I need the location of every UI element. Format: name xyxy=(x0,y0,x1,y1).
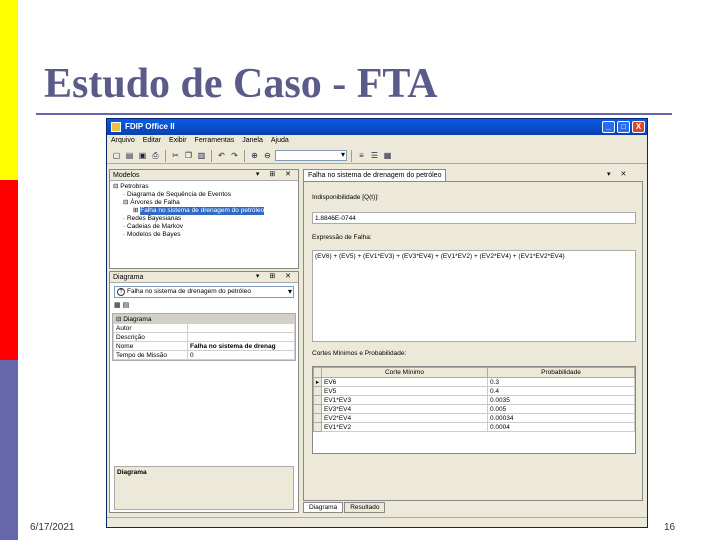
slide-title: Estudo de Caso - FTA xyxy=(44,61,438,107)
grid-icon[interactable]: ▦ xyxy=(382,150,393,161)
sort-alpha-icon[interactable]: ▤ xyxy=(123,302,130,309)
tab-fault-tree[interactable]: Falha no sistema de drenagem do petróleo xyxy=(303,169,447,181)
document-controls-icon[interactable]: ▾ ✕ xyxy=(607,170,630,178)
table-row[interactable]: ▸ EV6 0.3 xyxy=(313,377,635,387)
minimize-button[interactable]: _ xyxy=(602,121,615,133)
cutsets-table: Corte Mínimo Probabilidade ▸ EV6 0.3 EV5… xyxy=(312,366,636,454)
new-icon[interactable]: ▢ xyxy=(111,150,122,161)
accent-bar-blue xyxy=(0,360,18,540)
toolbar: ▢ ▤ ▣ ⎙ ✂ ❐ ▥ ↶ ↷ ⊕ ⊖ ≡ ☰ ▦ xyxy=(107,148,647,164)
accent-bar-yellow xyxy=(0,0,18,180)
menu-bar: Arquivo Editar Exibir Ferramentas Janela… xyxy=(107,135,647,147)
print-icon[interactable]: ⎙ xyxy=(150,150,161,161)
panel-controls-icon[interactable]: ▾ ⊞ ✕ xyxy=(256,272,295,280)
tab-resultado[interactable]: Resultado xyxy=(344,502,386,513)
menu-ferramentas[interactable]: Ferramentas xyxy=(195,135,235,147)
models-panel: Modelos ▾ ⊞ ✕ ⊟ Petrobras · Diagrama de … xyxy=(109,169,299,269)
toolbar-separator xyxy=(351,149,352,162)
app-window: FDIP Office II _ □ X Arquivo Editar Exib… xyxy=(106,118,648,528)
zoom-out-icon[interactable]: ⊖ xyxy=(262,150,273,161)
menu-ajuda[interactable]: Ajuda xyxy=(271,135,289,147)
save-icon[interactable]: ▣ xyxy=(137,150,148,161)
document-bottom-tabs: Diagrama Resultado xyxy=(303,502,386,513)
window-titlebar[interactable]: FDIP Office II _ □ X xyxy=(107,119,647,135)
slide-date: 6/17/2021 xyxy=(30,522,75,533)
models-tree: ⊟ Petrobras · Diagrama de Sequência de E… xyxy=(110,181,298,241)
close-button[interactable]: X xyxy=(632,121,645,133)
cutsets-label: Cortes Mínimos e Probabilidade: xyxy=(312,350,407,357)
help-icon: ? xyxy=(117,288,125,296)
table-row[interactable]: EV1*EV2 0.0004 xyxy=(313,422,635,432)
column-header-probability[interactable]: Probabilidade xyxy=(487,367,635,378)
column-header-cut[interactable]: Corte Mínimo xyxy=(321,367,488,378)
expression-label: Expressão de Falha: xyxy=(312,234,372,241)
paste-icon[interactable]: ▥ xyxy=(196,150,207,161)
table-row[interactable]: EV1*EV3 0.0035 xyxy=(313,395,635,405)
expression-field[interactable]: (EV6) + (EV5) + (EV1*EV3) + (EV3*EV4) + … xyxy=(312,250,636,342)
property-grid: ⊟ Diagrama Autor Descrição Nome Falha no… xyxy=(112,313,296,361)
property-category: ⊟ Diagrama xyxy=(113,314,295,324)
models-panel-title: Modelos xyxy=(113,171,140,179)
undo-icon[interactable]: ↶ xyxy=(216,150,227,161)
table-row[interactable]: EV2*EV4 0.00034 xyxy=(313,413,635,423)
layout-icon[interactable]: ≡ xyxy=(356,150,367,161)
tree-item[interactable]: · Modelos de Bayes xyxy=(113,231,295,239)
window-title: FDIP Office II xyxy=(125,122,175,131)
sort-category-icon[interactable]: ▦ xyxy=(114,302,121,309)
menu-editar[interactable]: Editar xyxy=(143,135,161,147)
probability-label: Indisponibilidade [Q(t)]: xyxy=(312,194,379,201)
tree-item[interactable]: ⊟ Árvores de Falha xyxy=(113,199,295,207)
property-toolbar: ▦ ▤ xyxy=(114,301,294,313)
copy-icon[interactable]: ❐ xyxy=(183,150,194,161)
result-document: Indisponibilidade [Q(t)]: 1.8846E-0744 E… xyxy=(303,181,643,501)
toolbar-separator xyxy=(211,149,212,162)
redo-icon[interactable]: ↷ xyxy=(229,150,240,161)
tree-item[interactable]: · Cadeias de Markov xyxy=(113,223,295,231)
models-panel-header: Modelos ▾ ⊞ ✕ xyxy=(110,170,298,181)
zoom-in-icon[interactable]: ⊕ xyxy=(249,150,260,161)
table-row[interactable]: EV3*EV4 0.005 xyxy=(313,404,635,414)
zoom-combo[interactable] xyxy=(275,150,347,161)
toolbar-separator xyxy=(244,149,245,162)
probability-field[interactable]: 1.8846E-0744 xyxy=(312,212,636,224)
property-row[interactable]: Tempo de Missão 0 xyxy=(113,350,295,360)
tree-item-selected[interactable]: ⊞ Falha no sistema de drenagem do petról… xyxy=(113,207,295,215)
align-icon[interactable]: ☰ xyxy=(369,150,380,161)
diagram-select[interactable]: ? Falha no sistema de drenagem do petról… xyxy=(114,286,294,298)
tree-item[interactable]: · Diagrama de Sequência de Eventos xyxy=(113,191,295,199)
tree-item[interactable]: ⊟ Petrobras xyxy=(113,183,295,191)
diagram-panel: Diagrama ▾ ⊞ ✕ ? Falha no sistema de dre… xyxy=(109,271,299,513)
chevron-down-icon[interactable]: ▾ xyxy=(288,287,292,297)
diagram-panel-title: Diagrama xyxy=(113,273,144,281)
tab-diagrama[interactable]: Diagrama xyxy=(303,502,344,513)
property-row[interactable]: Descrição xyxy=(113,332,295,342)
property-row[interactable]: Autor xyxy=(113,323,295,333)
diagram-panel-header: Diagrama ▾ ⊞ ✕ xyxy=(110,272,298,283)
open-icon[interactable]: ▤ xyxy=(124,150,135,161)
menu-arquivo[interactable]: Arquivo xyxy=(111,135,135,147)
slide-page-number: 16 xyxy=(664,522,676,533)
row-header-corner xyxy=(313,367,322,378)
maximize-button[interactable]: □ xyxy=(617,121,630,133)
app-icon xyxy=(111,122,121,132)
table-row[interactable]: EV5 0.4 xyxy=(313,386,635,396)
tree-item[interactable]: · Redes Bayesianas xyxy=(113,215,295,223)
property-description-box: Diagrama xyxy=(114,466,294,510)
property-row[interactable]: Nome Falha no sistema de drenag xyxy=(113,341,295,351)
title-underline xyxy=(36,113,672,115)
accent-bar-red xyxy=(0,180,18,360)
status-bar xyxy=(107,517,647,527)
table-header: Corte Mínimo Probabilidade xyxy=(313,367,635,378)
row-pointer-icon: ▸ xyxy=(313,377,322,387)
toolbar-separator xyxy=(165,149,166,162)
menu-janela[interactable]: Janela xyxy=(242,135,263,147)
menu-exibir[interactable]: Exibir xyxy=(169,135,187,147)
cut-icon[interactable]: ✂ xyxy=(170,150,181,161)
panel-controls-icon[interactable]: ▾ ⊞ ✕ xyxy=(256,170,295,178)
